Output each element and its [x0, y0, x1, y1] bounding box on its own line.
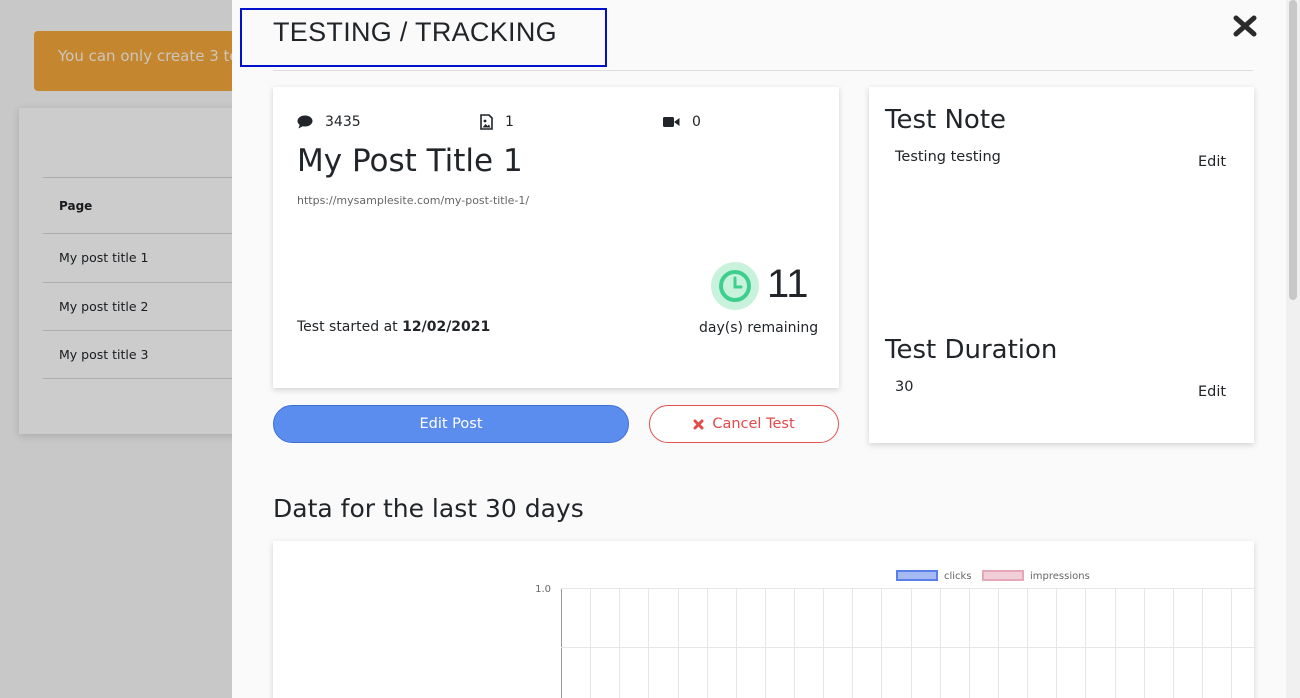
cancel-test-button[interactable]: Cancel Test: [649, 405, 839, 443]
scrollbar-thumb[interactable]: [1289, 0, 1297, 300]
edit-note-link[interactable]: Edit: [1198, 154, 1226, 170]
x-icon: [693, 419, 704, 429]
modal-title: TESTING / TRACKING: [273, 17, 557, 47]
y-left-tick-label: 1.0: [535, 584, 551, 595]
comment-icon: [297, 115, 313, 129]
image-icon: [480, 114, 493, 130]
post-url[interactable]: https://mysamplesite.com/my-post-title-1…: [297, 194, 529, 207]
modal-title-box: TESTING / TRACKING: [240, 8, 607, 67]
images-count: 1: [505, 114, 514, 130]
legend-swatch-impressions: [982, 570, 1024, 581]
legend-swatch-clicks: [896, 570, 938, 581]
scrollbar[interactable]: [1286, 0, 1300, 698]
test-started-date: 12/02/2021: [402, 319, 491, 335]
test-started: Test started at 12/02/2021: [297, 319, 490, 335]
images-stat: 1: [480, 114, 514, 130]
video-camera-icon: [663, 117, 680, 127]
videos-count: 0: [692, 114, 701, 130]
testing-tracking-panel: TESTING / TRACKING 3435 1 0 My Post Titl…: [232, 0, 1300, 698]
legend-label-clicks: clicks: [944, 571, 972, 582]
divider: [273, 70, 1253, 71]
edit-post-label: Edit Post: [419, 416, 483, 432]
test-duration-value: 30: [895, 379, 914, 395]
chart-section-title: Data for the last 30 days: [273, 494, 584, 523]
test-note-heading: Test Note: [885, 105, 1007, 135]
clock-icon: [711, 262, 759, 310]
days-remaining-label: day(s) remaining: [699, 320, 819, 336]
test-started-label: Test started at: [297, 319, 403, 335]
test-info-card: Test Note Testing testing Edit Test Dura…: [869, 87, 1254, 443]
close-button[interactable]: [1232, 12, 1258, 40]
post-title: My Post Title 1: [297, 143, 523, 179]
test-duration-heading: Test Duration: [885, 335, 1058, 365]
close-icon: [1233, 15, 1257, 37]
days-remaining-count: 11: [767, 262, 809, 306]
post-card: 3435 1 0 My Post Title 1 https://mysampl…: [273, 87, 839, 388]
comments-count: 3435: [325, 114, 361, 130]
legend-label-impressions: impressions: [1030, 571, 1090, 582]
comments-stat: 3435: [297, 114, 361, 130]
edit-post-button[interactable]: Edit Post: [273, 405, 629, 443]
edit-duration-link[interactable]: Edit: [1198, 384, 1226, 400]
chart-card: 1.02520clicksimpressions: [273, 541, 1254, 698]
test-note-value: Testing testing: [895, 149, 1001, 165]
videos-stat: 0: [663, 114, 701, 130]
cancel-test-label: Cancel Test: [712, 416, 795, 432]
clicks-impressions-chart: 1.02520clicksimpressions: [535, 570, 1254, 698]
